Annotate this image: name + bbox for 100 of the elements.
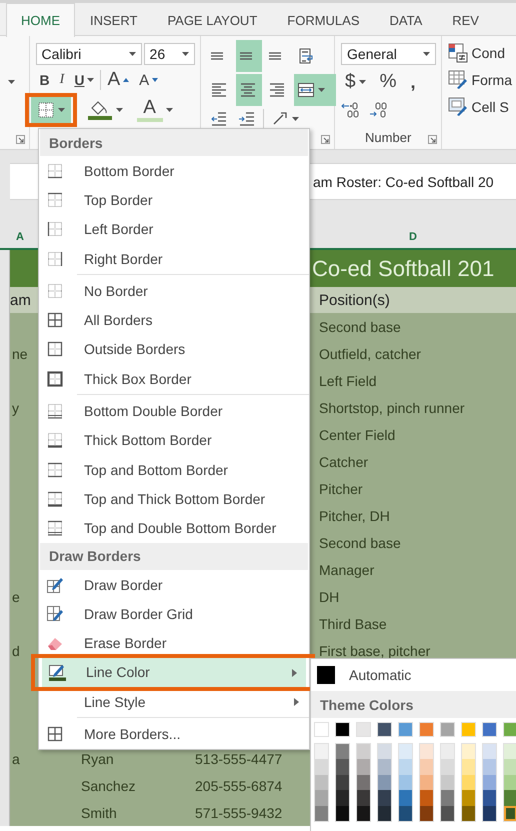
color-swatch[interactable] <box>315 774 328 790</box>
increase-decimal-icon[interactable] <box>341 101 362 119</box>
cell-brush-icon[interactable] <box>448 96 468 116</box>
color-swatch[interactable] <box>483 774 496 790</box>
style-command[interactable]: Cond <box>472 44 505 60</box>
color-swatch[interactable] <box>461 722 476 737</box>
color-swatch[interactable] <box>462 744 475 760</box>
color-swatch[interactable] <box>357 759 370 775</box>
color-swatch[interactable] <box>419 722 434 737</box>
color-swatch[interactable] <box>317 666 335 684</box>
ribbon-tab[interactable]: REV <box>437 3 494 37</box>
color-swatch[interactable] <box>336 774 349 790</box>
color-swatch[interactable] <box>420 759 433 775</box>
color-swatch[interactable] <box>504 790 516 806</box>
currency-button[interactable]: $ <box>341 70 370 94</box>
color-swatch[interactable] <box>336 759 349 775</box>
ribbon-tab[interactable]: FORMULAS <box>272 3 374 37</box>
color-swatch[interactable] <box>483 759 496 775</box>
color-swatch[interactable] <box>504 744 516 760</box>
color-swatch[interactable] <box>378 790 391 806</box>
color-swatch[interactable] <box>420 774 433 790</box>
ribbon-tab[interactable]: DATA <box>374 3 438 37</box>
style-command[interactable]: Forma <box>472 72 512 88</box>
color-swatch[interactable] <box>483 806 496 821</box>
italic-button[interactable]: I <box>56 68 68 92</box>
color-swatch[interactable] <box>315 744 328 760</box>
color-swatch[interactable] <box>314 722 329 737</box>
color-swatch[interactable] <box>336 806 349 821</box>
color-swatch[interactable] <box>398 722 413 737</box>
color-swatch[interactable] <box>483 744 496 760</box>
color-swatch[interactable] <box>399 790 412 806</box>
style-command[interactable]: Cell S <box>472 98 509 114</box>
color-swatch[interactable] <box>462 774 475 790</box>
color-swatch[interactable] <box>357 774 370 790</box>
color-swatch[interactable] <box>357 790 370 806</box>
color-swatch[interactable] <box>357 806 370 821</box>
table-brush-icon[interactable] <box>448 70 468 90</box>
color-swatch[interactable] <box>399 806 412 821</box>
color-swatch[interactable] <box>482 722 497 737</box>
grow-font-button[interactable]: A <box>103 68 134 92</box>
color-swatch[interactable] <box>356 722 371 737</box>
color-swatch[interactable] <box>420 744 433 760</box>
percent-button[interactable]: % <box>376 70 401 94</box>
middle-align-button[interactable] <box>236 40 262 72</box>
color-swatch[interactable] <box>441 806 454 821</box>
shrink-font-button[interactable]: A <box>135 68 162 92</box>
color-swatch[interactable] <box>462 759 475 775</box>
color-swatch[interactable] <box>335 722 350 737</box>
color-swatch[interactable] <box>441 790 454 806</box>
color-swatch[interactable] <box>441 744 454 760</box>
color-swatch[interactable] <box>462 806 475 821</box>
color-swatch[interactable] <box>357 744 370 760</box>
color-swatch[interactable] <box>483 790 496 806</box>
font-size-dropdown[interactable]: 26 <box>144 43 195 65</box>
color-swatch[interactable] <box>399 774 412 790</box>
decrease-decimal-icon[interactable] <box>369 101 390 119</box>
color-swatch[interactable] <box>503 722 516 737</box>
submenu-item[interactable]: Line Color <box>42 658 306 688</box>
font-color-button[interactable]: A <box>132 98 177 122</box>
ribbon-tab[interactable]: INSERT <box>75 3 152 37</box>
color-swatch[interactable] <box>504 774 516 790</box>
font-name-dropdown[interactable]: Calibri <box>36 43 142 65</box>
color-swatch[interactable] <box>315 759 328 775</box>
menu-item[interactable]: Bottom Border <box>40 156 308 186</box>
column-header[interactable]: D <box>310 225 516 250</box>
color-swatch[interactable] <box>462 790 475 806</box>
color-swatch[interactable] <box>378 774 391 790</box>
color-swatch[interactable] <box>378 806 391 821</box>
dialog-launcher-icon[interactable] <box>428 135 437 144</box>
number-format-dropdown[interactable]: General <box>341 43 436 65</box>
color-swatch[interactable] <box>315 790 328 806</box>
color-swatch[interactable] <box>441 759 454 775</box>
menu-item[interactable]: Top and Bottom Border <box>40 454 308 484</box>
underline-button[interactable]: U <box>70 68 98 92</box>
menu-item[interactable]: Thick Box Border <box>40 364 308 394</box>
align-center-button[interactable] <box>236 74 262 106</box>
color-swatch[interactable] <box>377 722 392 737</box>
color-swatch[interactable] <box>504 759 516 775</box>
menu-item[interactable]: Thick Bottom Border <box>40 426 308 455</box>
menu-item[interactable]: Top and Double Bottom Border <box>40 514 308 543</box>
ribbon-tab[interactable]: HOME <box>6 3 75 37</box>
dialog-launcher-icon[interactable] <box>321 135 330 144</box>
color-swatch[interactable] <box>399 759 412 775</box>
submenu-item[interactable]: Line Style <box>40 687 308 716</box>
merge-center-button[interactable] <box>294 74 336 106</box>
menu-item[interactable]: Top Border <box>40 185 308 215</box>
color-swatch[interactable] <box>315 806 328 821</box>
menu-item[interactable]: Left Border <box>40 214 308 244</box>
row-header[interactable] <box>0 799 10 826</box>
dialog-launcher-icon[interactable] <box>16 135 25 144</box>
color-swatch[interactable] <box>504 806 516 821</box>
color-swatch[interactable] <box>336 744 349 760</box>
color-swatch[interactable] <box>399 744 412 760</box>
color-swatch[interactable] <box>378 759 391 775</box>
color-swatch[interactable] <box>441 774 454 790</box>
conditional-formatting-icon[interactable] <box>448 42 468 62</box>
menu-item[interactable]: Top and Thick Bottom Border <box>40 484 308 514</box>
borders-button[interactable] <box>30 97 71 123</box>
ribbon-tab[interactable]: PAGE LAYOUT <box>152 3 272 37</box>
bold-button[interactable]: B <box>36 68 54 92</box>
